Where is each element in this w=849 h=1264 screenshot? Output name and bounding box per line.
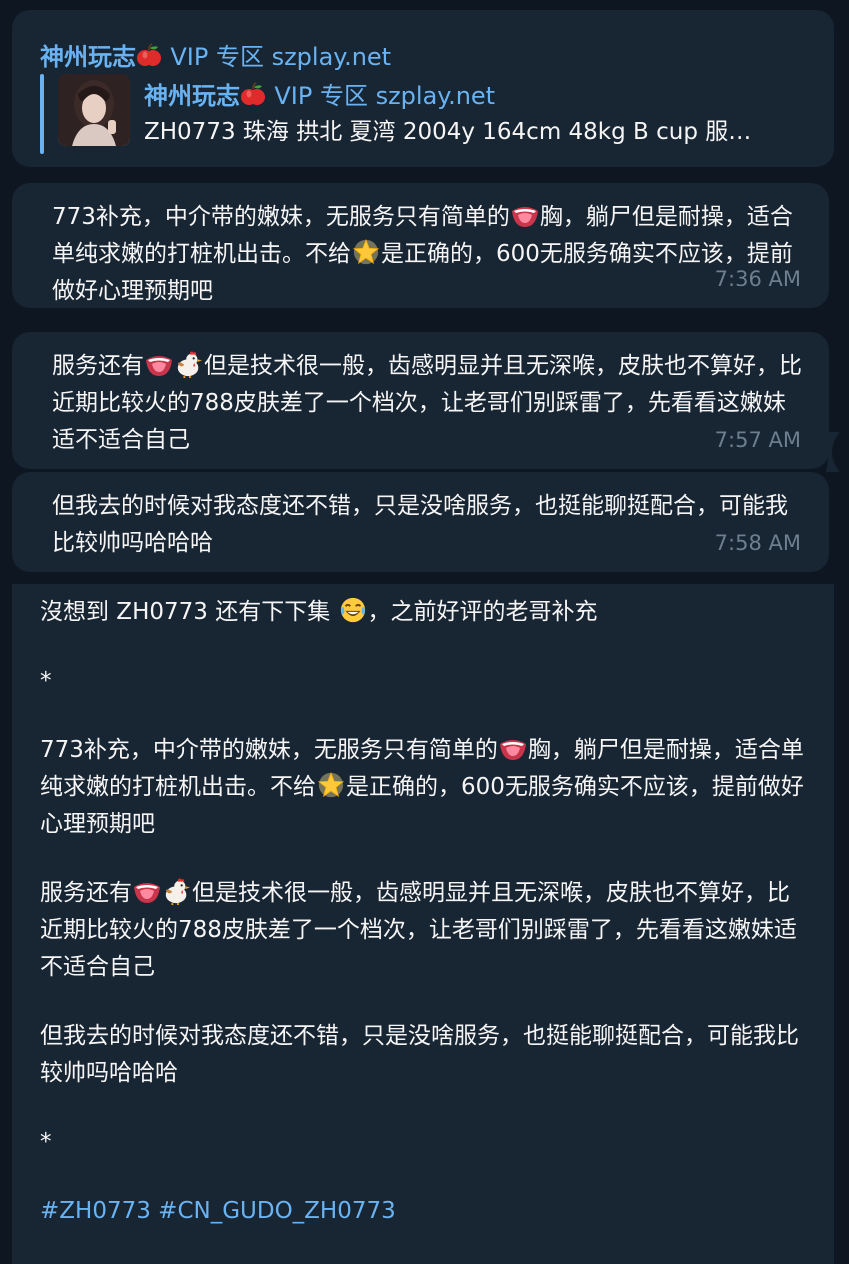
red-apple-icon [136,43,162,69]
message-bubble[interactable]: 但我去的时候对我态度还不错，只是没啥服务，也挺能聊挺配合，可能我比较帅吗哈哈哈 … [12,472,829,572]
channel-name-suffix: VIP 专区 szplay.net [170,43,392,71]
message-bubble[interactable]: 773补充，中介带的嫩妹，无服务只有简单的 胸，躺尸但是耐操，适合单纯求嫩的打桩机… [12,183,829,308]
message-text: 服务还有 [52,353,144,379]
bubble-tail-icon [826,432,840,472]
star-emoji-icon [316,771,346,799]
message-bubble[interactable]: 服务还有 但是技术很一般，齿感明显并且无深喉，皮肤也不算好，比近期比较火的788皮… [12,332,829,469]
post-text: 773补充，中介带的嫩妹，无服务只有简单的 [40,737,498,763]
laughing-tears-emoji-icon [338,596,368,624]
mouth-emoji-icon [144,350,174,378]
channel-name[interactable]: 神州玩志 VIP 专区 szplay.net [40,37,391,72]
post-intro: 沒想到 ZH0773 还有下下集 ，之前好评的老哥补充 [40,594,806,631]
hashtag-link[interactable]: #ZH0773 [40,1198,151,1224]
reply-title-suffix: VIP 专区 szplay.net [274,82,496,110]
post-separator: * [40,668,52,694]
reply-thumbnail-image[interactable] [58,74,130,146]
post-paragraph: 但我去的时候对我态度还不错，只是没啥服务，也挺能聊挺配合，可能我比较帅吗哈哈哈 [40,1023,799,1086]
portrait-photo-icon [58,74,130,146]
hashtag-link[interactable]: #CN_GUDO_ZH0773 [158,1198,396,1224]
post-intro-text: 沒想到 ZH0773 还有下下集 [40,599,338,625]
reply-title[interactable]: 神州玩志 VIP 专区 szplay.net [144,76,495,111]
post-bubble[interactable]: 沒想到 ZH0773 还有下下集 ，之前好评的老哥补充 * 773补充，中介带的… [12,584,834,1264]
red-apple-icon [240,82,266,108]
mouth-emoji-icon [510,201,540,229]
message-timestamp: 7:58 AM [714,531,801,555]
reply-title-text: 神州玩志 [144,82,240,110]
post-separator: * [40,1129,52,1155]
post-paragraph: 服务还有 但是技术很一般，齿感明显并且无深喉，皮肤也不算好，比近期比较火的788皮… [40,875,806,986]
message-text: 但我去的时候对我态度还不错，只是没啥服务，也挺能聊挺配合，可能我比较帅吗哈哈哈 [52,493,788,556]
hashtag-row: #ZH0773 #CN_GUDO_ZH0773 [40,1193,806,1230]
chicken-emoji-icon [162,877,192,905]
post-paragraph: 773补充，中介带的嫩妹，无服务只有简单的 胸，躺尸但是耐操，适合单纯求嫩的打桩机… [40,732,806,843]
reply-preview-text[interactable]: ZH0773 珠海 拱北 夏湾 2004y 164cm 48kg B cup 服… [144,112,804,146]
channel-name-text: 神州玩志 [40,43,136,71]
message-timestamp: 7:36 AM [714,267,801,291]
reply-quote-bar [40,74,44,154]
message-timestamp: 7:57 AM [714,428,801,452]
post-text: 服务还有 [40,880,132,906]
post-intro-text: ，之前好评的老哥补充 [367,599,598,625]
star-emoji-icon [351,238,381,266]
chicken-emoji-icon [174,350,204,378]
forward-header-bubble[interactable]: 神州玩志 VIP 专区 szplay.net 神州玩志 VIP 专区 szpla… [12,10,834,167]
mouth-emoji-icon [132,877,162,905]
mouth-emoji-icon [498,734,528,762]
message-text: 773补充，中介带的嫩妹，无服务只有简单的 [52,204,510,230]
